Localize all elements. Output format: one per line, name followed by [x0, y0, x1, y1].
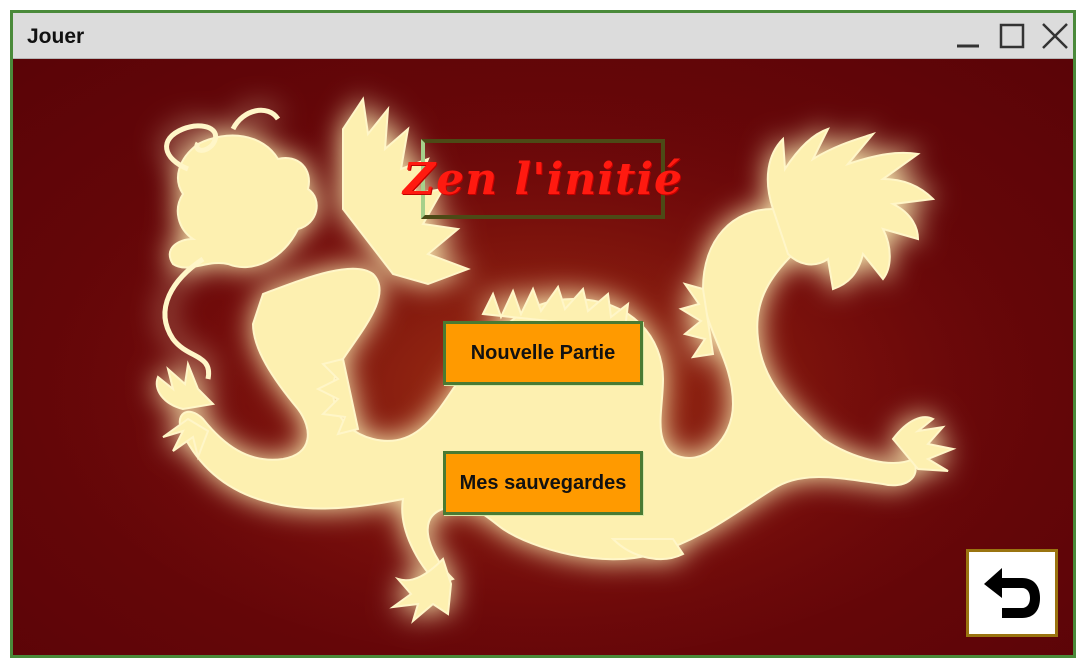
game-window: Jouer Zen l'initié Nouvelle Partie Mes s… — [10, 10, 1076, 658]
maximize-icon — [999, 23, 1025, 49]
title-bar: Jouer — [13, 13, 1073, 59]
menu-screen: Zen l'initié Nouvelle Partie Mes sauvega… — [13, 59, 1073, 655]
minimize-icon — [957, 44, 979, 48]
minimize-button[interactable] — [951, 21, 985, 51]
game-title-frame: Zen l'initié — [403, 139, 682, 219]
window-title: Jouer — [27, 25, 85, 48]
close-icon — [1042, 23, 1068, 49]
new-game-button[interactable]: Nouvelle Partie — [443, 321, 643, 385]
close-button[interactable] — [1038, 21, 1072, 51]
saves-button[interactable]: Mes sauvegardes — [443, 451, 643, 515]
back-button[interactable] — [966, 549, 1058, 637]
return-arrow-icon — [984, 568, 1040, 618]
game-title: Zen l'initié — [402, 153, 684, 205]
maximize-button[interactable] — [995, 21, 1029, 51]
